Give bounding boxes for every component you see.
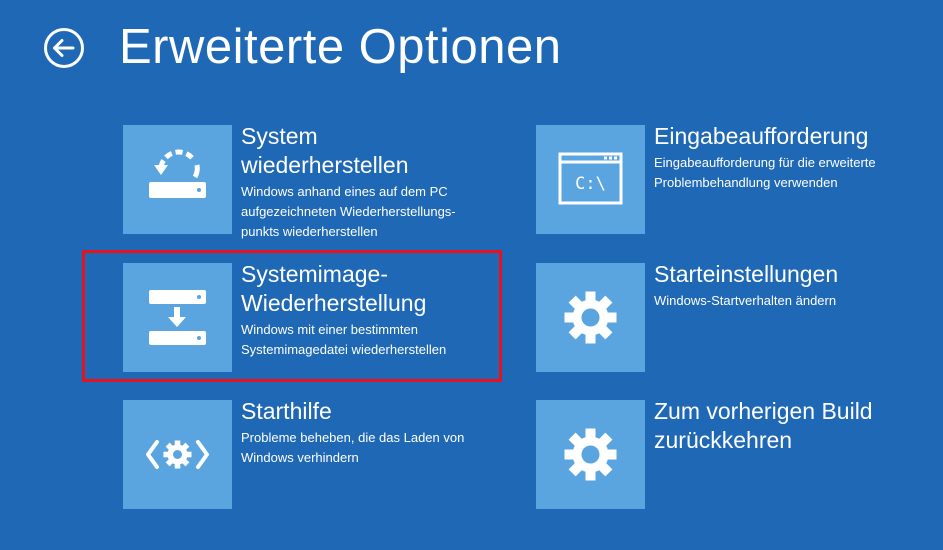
option-desc-line: Windows anhand eines auf dem PC (241, 184, 448, 199)
option-description: Probleme beheben, die das Laden von Wind… (241, 428, 464, 468)
option-title: Starthilfe (241, 397, 464, 426)
system-image-recovery-icon (149, 290, 206, 345)
option-desc-line: Windows-Startverhalten ändern (654, 293, 837, 308)
option-description: Windows mit einer bestimmten Systemimage… (241, 320, 446, 360)
option-title: Starteinstellungen (654, 260, 838, 289)
advanced-options-screen: Erweiterte Optionen System wiederherstel… (0, 0, 943, 550)
option-startup-repair[interactable]: Starthilfe Probleme beheben, die das Lad… (123, 397, 493, 509)
option-system-restore[interactable]: System wiederherstellen Windows anhand e… (123, 123, 493, 239)
option-title-line: Eingabeaufforderung (654, 123, 869, 149)
option-desc-line: Probleme beheben, die das Laden von (241, 430, 465, 445)
option-text: Eingabeaufforderung Eingabeaufforderung … (654, 122, 876, 193)
option-title-line: System (241, 123, 318, 149)
page-title: Erweiterte Optionen (119, 20, 562, 74)
option-desc-line: Windows verhindern (241, 450, 359, 465)
option-title-line: Systemimage- (241, 261, 388, 287)
startup-repair-icon (146, 440, 209, 469)
option-command-prompt[interactable]: C:\ Eingabeaufforderung Eingabeaufforder… (536, 122, 906, 234)
option-text: System wiederherstellen Windows anhand e… (241, 122, 456, 242)
option-text: Starteinstellungen Windows-Startverhalte… (654, 260, 838, 311)
option-desc-line: punkts wiederherstellen (241, 224, 378, 239)
option-startup-settings[interactable]: Starteinstellungen Windows-Startverhalte… (536, 260, 906, 372)
option-title: Zum vorherigen Build zurückkehren (654, 397, 873, 455)
gear-icon (564, 428, 617, 481)
command-prompt-icon: C:\ (558, 152, 623, 205)
option-title: Systemimage- Wiederherstellung (241, 260, 446, 318)
option-desc-line: Problembehandlung verwenden (654, 175, 838, 190)
back-arrow-icon (44, 28, 84, 68)
option-title-line: Wiederherstellung (241, 290, 427, 316)
back-button[interactable] (43, 27, 85, 69)
option-title-line: zurückkehren (654, 427, 793, 453)
option-description: Windows-Startverhalten ändern (654, 291, 838, 311)
option-description: Eingabeaufforderung für die erweiterte P… (654, 153, 876, 193)
option-title: System wiederherstellen (241, 122, 456, 180)
option-title-line: wiederherstellen (241, 152, 409, 178)
option-tile (536, 263, 645, 372)
option-text: Systemimage- Wiederherstellung Windows m… (241, 260, 446, 360)
option-tile (123, 125, 232, 234)
option-tile (123, 263, 232, 372)
option-desc-line: Windows mit einer bestimmten (241, 322, 418, 337)
option-system-image-recovery[interactable]: Systemimage- Wiederherstellung Windows m… (123, 260, 493, 372)
option-desc-line: Eingabeaufforderung für die erweiterte (654, 155, 876, 170)
option-title-line: Starteinstellungen (654, 261, 839, 287)
system-restore-icon (149, 149, 206, 198)
option-text: Zum vorherigen Build zurückkehren (654, 397, 873, 455)
option-text: Starthilfe Probleme beheben, die das Lad… (241, 397, 464, 468)
option-tile (123, 400, 232, 509)
option-tile (536, 400, 645, 509)
option-title-line: Starthilfe (241, 398, 332, 424)
gear-icon (564, 291, 617, 344)
option-tile: C:\ (536, 125, 645, 234)
svg-text:C:\: C:\ (575, 174, 606, 194)
option-desc-line: aufgezeichneten Wiederherstellungs- (241, 204, 456, 219)
option-desc-line: Systemimagedatei wiederherstellen (241, 342, 447, 357)
option-go-back-previous-build[interactable]: Zum vorherigen Build zurückkehren (536, 397, 906, 509)
option-description: Windows anhand eines auf dem PC aufgezei… (241, 182, 456, 242)
option-title: Eingabeaufforderung (654, 122, 876, 151)
option-title-line: Zum vorherigen Build (654, 398, 873, 424)
